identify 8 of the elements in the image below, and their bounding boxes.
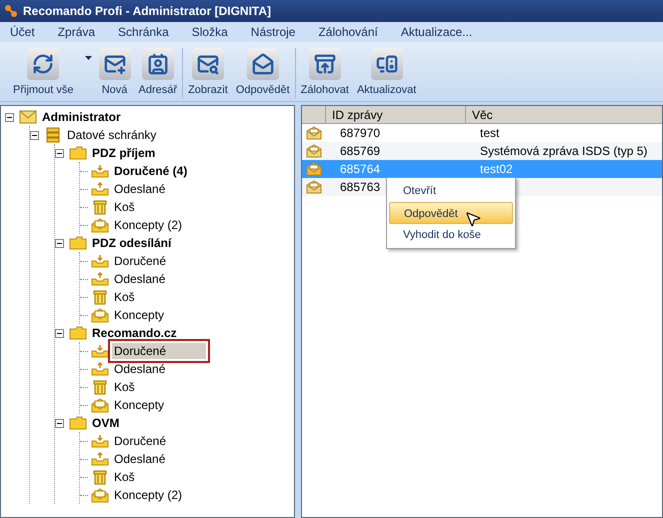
table-cell-text: 685769 <box>340 143 380 160</box>
table-cell-text: 687970 <box>340 125 380 142</box>
table-cell-text: 685764 <box>340 161 380 178</box>
table-cell-text: test02 <box>479 161 513 178</box>
table-cell-text: 685763 <box>340 179 380 196</box>
table-cell-text: test <box>479 125 500 142</box>
table-cell-text: Systémová zpráva ISDS (typ 5) <box>479 143 648 160</box>
window-title: Recomando Profi - Administrator [DIGNITA] <box>23 3 272 20</box>
